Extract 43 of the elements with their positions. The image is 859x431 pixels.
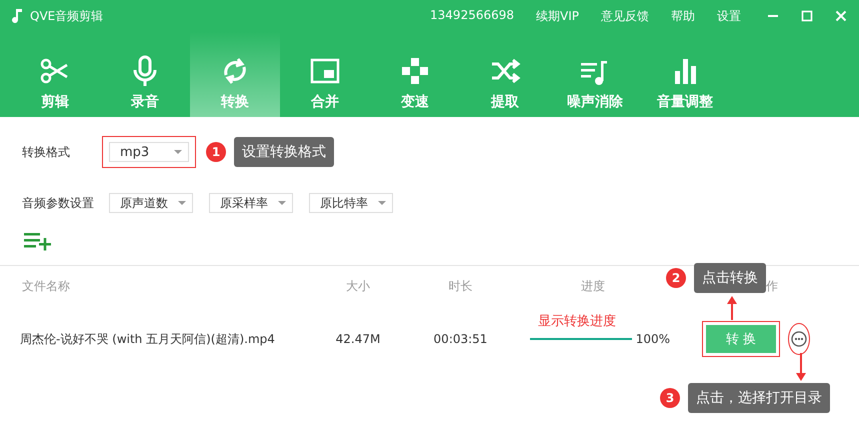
nav-tab[interactable]: 噪声消除 xyxy=(550,32,640,117)
diamond-dots-icon xyxy=(399,55,431,87)
param-select[interactable]: 原比特率 xyxy=(309,193,393,213)
audio-params-label: 音频参数设置 xyxy=(22,194,95,212)
more-icon[interactable] xyxy=(791,331,807,347)
column-header: 大小 xyxy=(345,278,371,294)
convert-button[interactable]: 转 换 xyxy=(706,325,776,353)
header-link[interactable]: 意见反馈 xyxy=(601,8,649,24)
column-header: 进度 xyxy=(580,278,606,294)
column-header: 作 xyxy=(766,278,778,294)
add-list-icon[interactable] xyxy=(24,231,52,251)
window-title: QVE音频剪辑 xyxy=(30,8,104,24)
step-badge: 2 xyxy=(666,268,686,288)
step-badge: 3 xyxy=(660,388,680,408)
header-link[interactable]: 设置 xyxy=(717,8,741,24)
music-note-icon xyxy=(12,9,22,23)
annotation-tooltip: 设置转换格式 xyxy=(234,137,334,167)
nav-tab[interactable]: 合并 xyxy=(280,32,370,117)
file-size: 42.47M xyxy=(334,332,382,346)
column-header: 时长 xyxy=(448,278,474,294)
annotation-text: 显示转换进度 xyxy=(538,314,616,330)
column-header: 文件名称 xyxy=(21,278,71,294)
duration: 00:03:51 xyxy=(432,332,488,346)
header-link[interactable]: 帮助 xyxy=(671,8,695,24)
close-icon[interactable] xyxy=(835,10,847,22)
file-name: 周杰伦-说好不哭 (with 五月天阿信)(超清).mp4 xyxy=(19,330,276,348)
annotation-tooltip: 点击转换 xyxy=(694,263,766,293)
nav-tab[interactable]: 转换 xyxy=(190,32,280,117)
format-label: 转换格式 xyxy=(22,144,71,160)
nav-tab[interactable]: 录音 xyxy=(100,32,190,117)
nav-tab[interactable]: 音量调整 xyxy=(640,32,730,117)
header-link[interactable]: 13492566698 xyxy=(430,8,514,24)
param-select[interactable]: 原采样率 xyxy=(209,193,293,213)
progress-percent: 100% xyxy=(636,332,670,346)
header-link[interactable]: 续期VIP xyxy=(536,8,579,24)
format-select[interactable]: mp3 xyxy=(109,142,189,162)
step-badge: 1 xyxy=(206,142,226,162)
nav-tab[interactable]: 提取 xyxy=(460,32,550,117)
maximize-icon[interactable] xyxy=(801,10,813,22)
nav-tab[interactable]: 变速 xyxy=(370,32,460,117)
nav-tab[interactable]: 剪辑 xyxy=(10,32,100,117)
param-select[interactable]: 原声道数 xyxy=(109,193,193,213)
annotation-tooltip: 点击，选择打开目录 xyxy=(688,383,830,413)
